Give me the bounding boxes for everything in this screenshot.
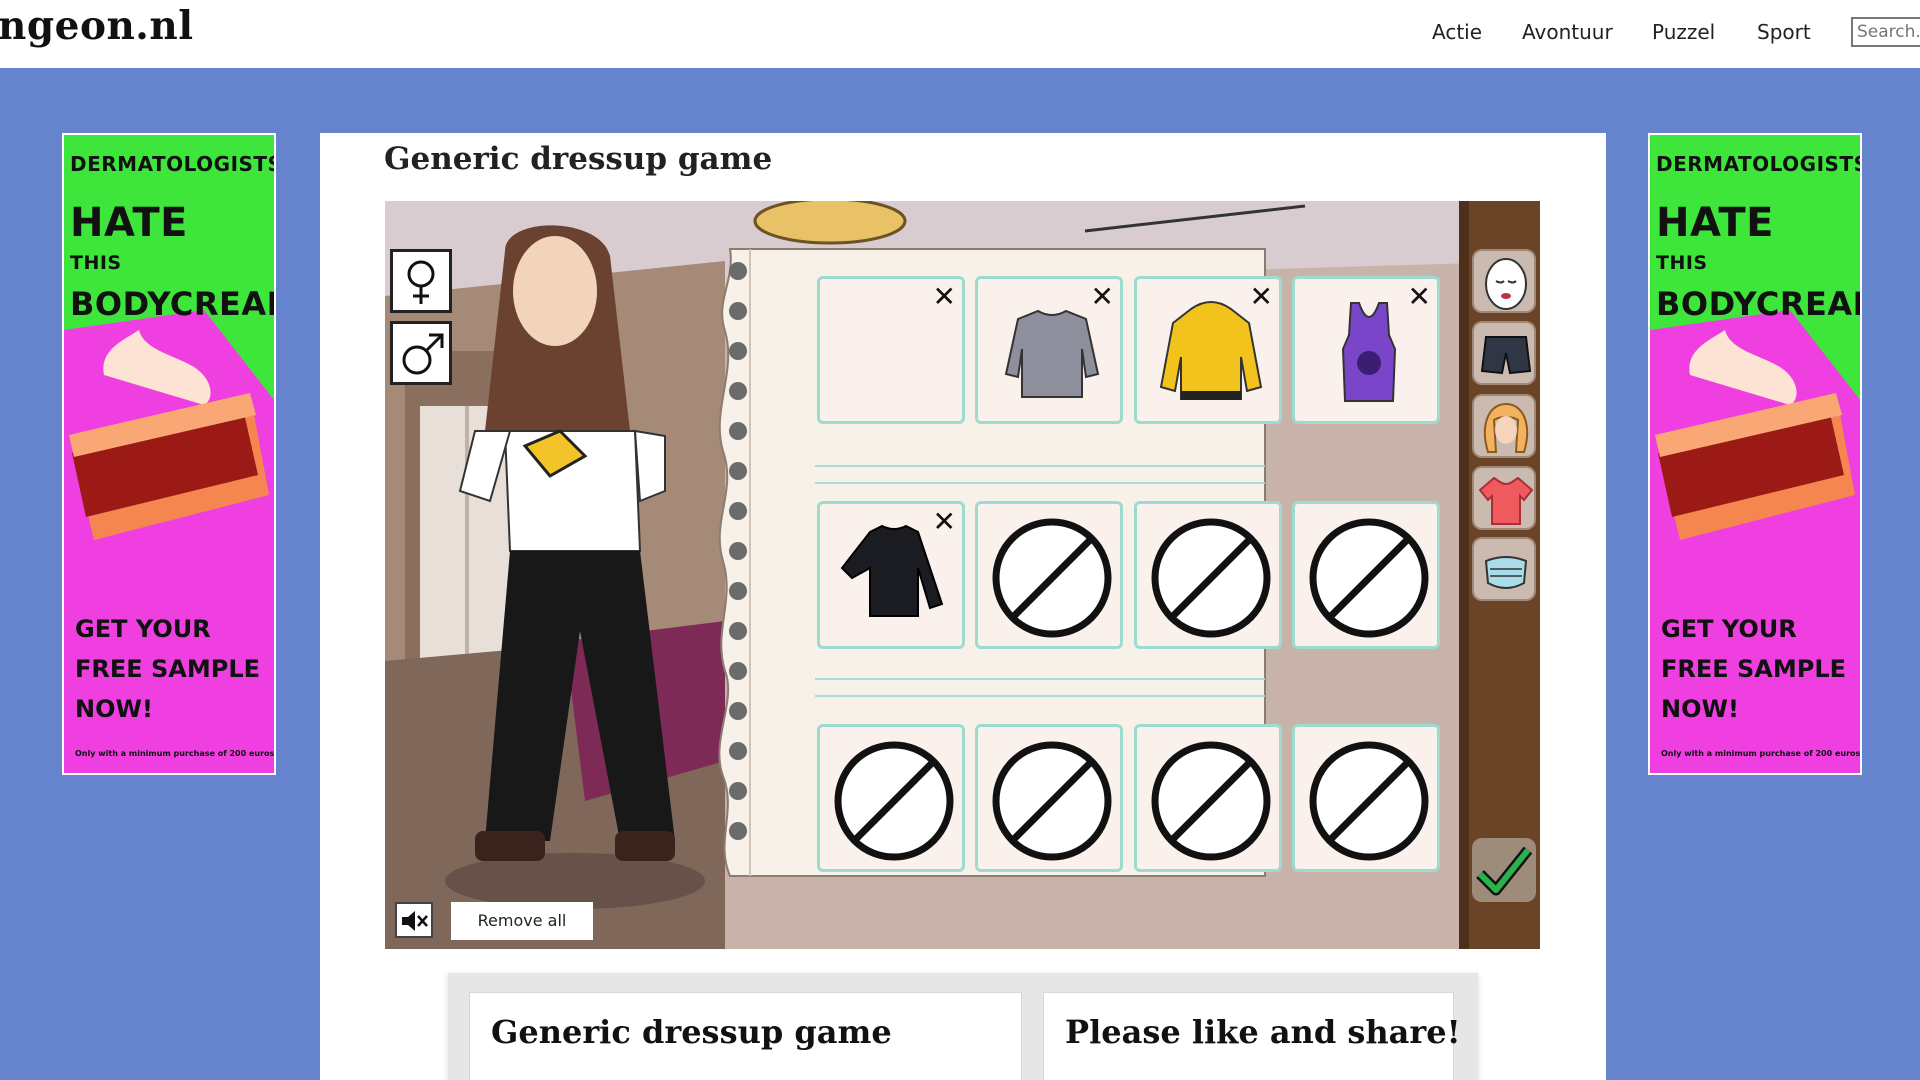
clothing-slot[interactable]: ✕ [817,501,965,649]
page-title: Generic dressup game [384,141,773,177]
clothing-slot[interactable] [1292,501,1440,649]
shorts-icon [1480,336,1532,375]
ad-banner-right[interactable]: DERMATOLOGISTS HATE THIS BODYCREAM GET Y… [1648,133,1862,775]
clothing-slot[interactable]: ✕ [1134,276,1282,424]
remove-all-button[interactable]: Remove all [451,902,593,940]
ad-headline-1: DERMATOLOGISTS [1656,152,1862,176]
category-hair-button[interactable] [1472,394,1536,458]
mute-button[interactable] [395,902,433,938]
ad-fine-print: Only with a minimum purchase of 200 euro… [75,749,275,758]
category-face-button[interactable] [1472,249,1536,313]
info-section: Generic dressup game Please like and sha… [448,973,1478,1080]
face-mask-icon [1485,258,1527,310]
clothing-slot[interactable]: ✕ [1292,276,1440,424]
ad-headline-4: BODYCREAM [70,285,274,323]
no-item-icon [992,518,1112,638]
nav-link-puzzel[interactable]: Puzzel [1652,20,1715,44]
medical-mask-icon [1484,556,1528,589]
male-button[interactable] [390,321,452,385]
no-item-icon [1151,741,1271,861]
no-item-icon [992,741,1112,861]
ad-headline-4: BODYCREAM [1656,285,1860,323]
clothing-slot[interactable] [975,724,1123,872]
ad-fine-print: Only with a minimum purchase of 200 euro… [1661,749,1861,758]
no-item-icon [834,741,954,861]
shirt-icon [1478,476,1534,525]
remove-item-icon[interactable]: ✕ [933,283,956,311]
clothing-slot[interactable]: ✕ [975,276,1123,424]
clothing-slot[interactable] [1292,724,1440,872]
checkmark-icon [1476,846,1533,896]
category-tops-button[interactable] [1472,466,1536,530]
ad-headline-2: HATE [70,200,188,246]
remove-item-icon[interactable]: ✕ [1250,283,1273,311]
clothing-slot[interactable]: ✕ [817,276,965,424]
remove-item-icon[interactable]: ✕ [1408,283,1431,311]
nav-link-actie[interactable]: Actie [1432,20,1482,44]
confirm-button[interactable] [1472,838,1536,902]
ad-headline-3: THIS [70,252,122,274]
top-navbar: ngeon.nl Actie Avontuur Puzzel Sport [0,0,1920,68]
no-item-icon [1309,741,1429,861]
game-info-title: Generic dressup game [491,1013,892,1051]
no-item-icon [1151,518,1271,638]
share-card: Please like and share! [1043,992,1461,1080]
game-canvas[interactable]: ✕ ✕ ✕ ✕ ✕ Remove all [385,201,1540,949]
clothing-slot[interactable] [1134,501,1282,649]
share-title: Please like and share! [1065,1013,1461,1051]
ad-headline-1: DERMATOLOGISTS [70,152,276,176]
speaker-muted-icon [402,911,428,931]
remove-item-icon[interactable]: ✕ [1091,283,1114,311]
female-button[interactable] [390,249,452,313]
clothing-slot[interactable] [975,501,1123,649]
clothing-slot[interactable] [817,724,965,872]
ad-cta-text: GET YOUR FREE SAMPLE NOW! [1661,615,1847,723]
search-input[interactable] [1851,17,1920,47]
female-symbol-icon [407,260,435,304]
remove-item-icon[interactable]: ✕ [933,508,956,536]
category-accessories-button[interactable] [1472,537,1536,601]
main-content: Generic dressup game ✕ ✕ ✕ ✕ ✕ Remove al… [320,133,1606,1080]
clothing-slot[interactable] [1134,724,1282,872]
bodycream-jar-icon [69,330,269,540]
ad-banner-left[interactable]: DERMATOLOGISTS HATE THIS BODYCREAM GET Y… [62,133,276,775]
ad-headline-3: THIS [1656,252,1708,274]
no-item-icon [1309,518,1429,638]
hair-icon [1483,402,1529,453]
site-logo[interactable]: ngeon.nl [0,0,194,52]
nav-link-sport[interactable]: Sport [1757,20,1811,44]
game-info-card: Generic dressup game [469,992,1022,1080]
ad-cta-text: GET YOUR FREE SAMPLE NOW! [75,615,261,723]
nav-link-avontuur[interactable]: Avontuur [1522,20,1613,44]
male-symbol-icon [402,333,444,375]
bodycream-jar-icon [1655,330,1855,540]
category-bottoms-button[interactable] [1472,321,1536,385]
ad-headline-2: HATE [1656,200,1774,246]
